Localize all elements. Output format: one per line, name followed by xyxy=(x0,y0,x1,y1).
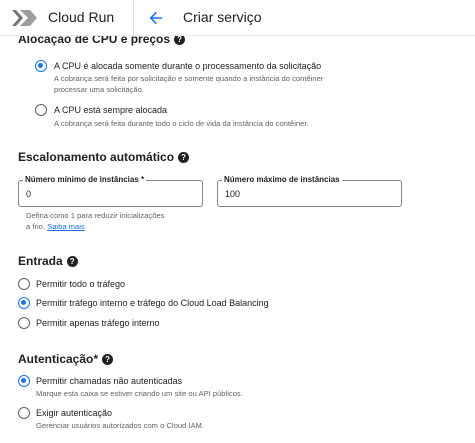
auth-require-radio[interactable] xyxy=(18,407,30,419)
page-title: Criar serviço xyxy=(183,9,262,25)
ingress-internal-lb-label: Permitir tráfego interno e tráfego do Cl… xyxy=(36,298,269,308)
cpu-request-desc-2: processar uma solicitação. xyxy=(54,85,144,94)
cpu-request-label: A CPU é alocada somente durante o proces… xyxy=(54,61,322,71)
max-instances-value[interactable]: 100 xyxy=(225,189,240,199)
arrow-back-icon[interactable] xyxy=(146,8,166,28)
ingress-all-label: Permitir todo o tráfego xyxy=(36,279,126,289)
cpu-request-radio[interactable] xyxy=(35,60,47,72)
auth-allow-unauth-label: Permitir chamadas não autenticadas xyxy=(36,376,183,386)
auth-section-title: Autenticação*? xyxy=(18,352,114,366)
auth-allow-unauth-radio[interactable] xyxy=(18,375,30,387)
form-content: Alocação de CPU e preços? A CPU é alocad… xyxy=(0,36,475,443)
help-icon[interactable]: ? xyxy=(174,36,186,45)
min-instances-field[interactable]: Número mínimo de instâncias * 0 xyxy=(18,175,203,207)
help-icon[interactable]: ? xyxy=(66,255,78,267)
cpu-section-title: Alocação de CPU e preços? xyxy=(18,36,186,46)
cloud-run-logo-icon[interactable] xyxy=(10,8,38,28)
cpu-always-desc: A cobrança será feita durante todo o cic… xyxy=(54,119,309,128)
min-instances-value[interactable]: 0 xyxy=(26,189,31,199)
max-instances-label: Número máximo de instâncias xyxy=(222,175,342,184)
learn-more-link[interactable]: Saiba mais xyxy=(47,222,85,231)
header-divider xyxy=(133,0,134,36)
autoscaling-section-title: Escalonamento automático? xyxy=(18,150,190,164)
min-instances-helper-2: a frio. Saiba mais xyxy=(26,221,85,232)
cpu-request-desc: A cobrança será feita por solicitação e … xyxy=(54,74,324,83)
ingress-internal-radio[interactable] xyxy=(18,317,30,329)
ingress-section-title: Entrada? xyxy=(18,254,78,268)
min-instances-helper: Defina como 1 para reduzir inicializaçõe… xyxy=(26,211,165,220)
help-icon[interactable]: ? xyxy=(102,353,114,365)
auth-allow-unauth-desc: Marque esta caixa se estiver criando um … xyxy=(36,389,243,398)
max-instances-field[interactable]: Número máximo de instâncias 100 xyxy=(217,175,402,207)
helper-text: a frio. xyxy=(26,222,45,231)
ingress-internal-label: Permitir apenas tráfego interno xyxy=(36,318,160,328)
app-title[interactable]: Cloud Run xyxy=(48,9,114,25)
cpu-always-radio[interactable] xyxy=(35,104,47,116)
ingress-all-radio[interactable] xyxy=(18,278,30,290)
min-instances-label: Número mínimo de instâncias * xyxy=(23,175,147,184)
help-icon[interactable]: ? xyxy=(178,151,190,163)
cpu-always-label: A CPU está sempre alocada xyxy=(54,105,168,115)
top-bar: Cloud Run Criar serviço xyxy=(0,0,475,36)
auth-require-desc: Gerenciar usuários autorizados com o Clo… xyxy=(36,421,204,430)
auth-require-label: Exigir autenticação xyxy=(36,408,113,418)
ingress-internal-lb-radio[interactable] xyxy=(18,297,30,309)
